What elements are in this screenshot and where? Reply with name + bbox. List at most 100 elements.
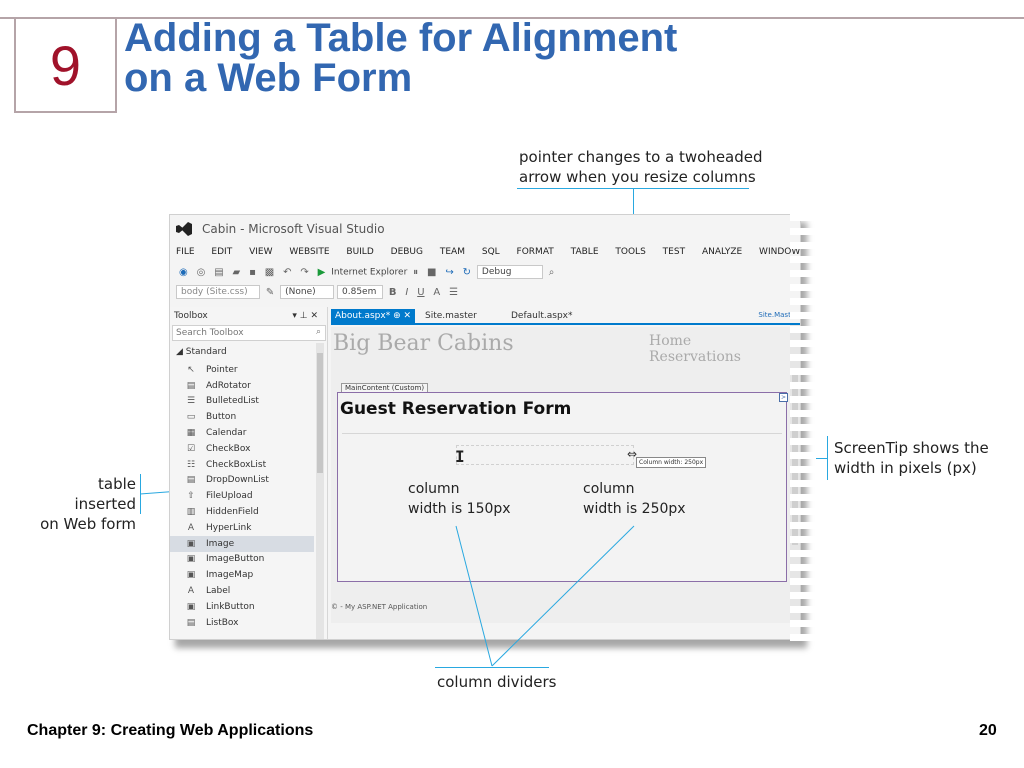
config-combo[interactable]: Debug — [476, 265, 543, 279]
nav-reservations[interactable]: Reservations — [649, 349, 741, 365]
torn-edge — [790, 214, 816, 644]
column-2-line1: column — [583, 481, 635, 497]
size-combo[interactable]: 0.85em — [337, 285, 384, 299]
toolbox-item[interactable]: ▦ Calendar — [170, 425, 314, 441]
bold-icon[interactable]: B — [389, 287, 397, 298]
menu-sql[interactable]: SQL — [482, 247, 500, 257]
browser-target[interactable]: Internet Explorer — [331, 268, 407, 278]
italic-icon[interactable]: I — [405, 287, 408, 298]
callout-screentip-line2: width in pixels (px) — [834, 459, 977, 477]
underline-icon[interactable]: U — [417, 287, 424, 298]
toolbox-item[interactable]: ☑ CheckBox — [170, 441, 314, 457]
menu-test[interactable]: TEST — [663, 247, 685, 257]
menu-website[interactable]: WEBSITE — [289, 247, 329, 257]
toolbox-item[interactable]: ▤ ListBox — [170, 615, 314, 631]
tab-default[interactable]: Default.aspx* — [507, 309, 577, 325]
menu-analyze[interactable]: ANALYZE — [702, 247, 742, 257]
toolbox-item-icon: ☷ — [186, 459, 196, 470]
menu-debug[interactable]: DEBUG — [391, 247, 423, 257]
restart-icon[interactable]: ↻ — [463, 267, 471, 278]
close-icon[interactable]: ▾ ⊥ ✕ — [292, 311, 318, 321]
title-line-1: Adding a Table for Alignment — [124, 16, 678, 60]
style-icon[interactable]: ✎ — [266, 287, 274, 298]
toolbox-item-label: AdRotator — [206, 380, 251, 391]
nav-home[interactable]: Home — [649, 333, 691, 349]
menu-view[interactable]: VIEW — [249, 247, 272, 257]
callout-table-line1: table inserted — [74, 475, 136, 513]
toolbox-item[interactable]: A HyperLink — [170, 520, 314, 536]
font-combo[interactable]: (None) — [280, 285, 335, 299]
toolbox-item-label: DropDownList — [206, 475, 269, 486]
header-divider — [115, 17, 117, 113]
find-icon[interactable]: ⌕ — [549, 267, 555, 278]
toolbox-item-icon: A — [187, 586, 195, 597]
toolbox-item-label: Image — [206, 538, 235, 549]
toolbox-item[interactable]: ▣ LinkButton — [170, 599, 314, 615]
toolbox-item-icon: ⇧ — [187, 491, 195, 502]
site-brand: Big Bear Cabins — [333, 331, 514, 356]
menu-team[interactable]: TEAM — [440, 247, 465, 257]
forward-icon[interactable]: ◎ — [197, 267, 206, 278]
toolbox-section[interactable]: ◢ Standard — [176, 347, 227, 357]
toolbox-item[interactable]: ▣ ImageMap — [170, 567, 314, 583]
undo-icon[interactable]: ↶ — [283, 267, 291, 278]
start-icon[interactable]: ▶ — [318, 267, 326, 278]
page-number: 20 — [979, 722, 997, 739]
tab-about[interactable]: About.aspx* ⊕ ✕ — [331, 309, 416, 325]
chapter-number: 9 — [49, 33, 82, 97]
new-project-icon[interactable]: ▤ — [214, 267, 223, 278]
toolbox-item[interactable]: ⇧ FileUpload — [170, 488, 314, 504]
toolbox-item[interactable]: ▤ AdRotator — [170, 378, 314, 394]
menu-tools[interactable]: TOOLS — [615, 247, 645, 257]
toolbox-item-label: Label — [206, 586, 231, 597]
align-icon[interactable]: ☰ — [449, 287, 458, 298]
column-1-line2: width is 150px — [408, 501, 511, 517]
toolbox-item[interactable]: ☷ CheckBoxList — [170, 457, 314, 473]
save-all-icon[interactable]: ▩ — [265, 267, 274, 278]
callout-pointer: pointer changes to a twoheaded arrow whe… — [519, 147, 763, 187]
stop-icon[interactable]: ■ — [427, 267, 436, 278]
toolbox-item[interactable]: ▭ Button — [170, 409, 314, 425]
save-icon[interactable]: ▪ — [249, 267, 256, 278]
toolbox-item[interactable]: ▤ DropDownList — [170, 473, 314, 489]
table-top-border — [342, 433, 782, 434]
menu-file[interactable]: FILE — [176, 247, 195, 257]
toolbox-search[interactable]: Search Toolbox ⌕ — [172, 325, 326, 341]
column-1-line1: column — [408, 481, 460, 497]
table-row[interactable] — [456, 445, 634, 465]
open-icon[interactable]: ▰ — [233, 267, 241, 278]
toolbox-item[interactable]: A Label — [170, 583, 314, 599]
toolbox-item-label: BulletedList — [206, 396, 259, 407]
toolbox-item-label: CheckBox — [206, 443, 251, 454]
style-target-combo[interactable]: body (Site.css) — [176, 285, 260, 299]
callout-table: table inserted on Web form — [36, 474, 136, 534]
toolbox-item[interactable]: ☰ BulletedList — [170, 394, 314, 410]
toolbox-header: Toolbox ▾ ⊥ ✕ — [174, 311, 324, 321]
back-icon[interactable]: ◉ — [179, 267, 188, 278]
toolbox-item-label: Pointer — [206, 364, 238, 375]
toolbox-item-label: FileUpload — [206, 491, 253, 502]
toolbox-item[interactable]: ▣ ImageButton — [170, 552, 314, 568]
toolbox-item[interactable]: ▥ HiddenField — [170, 504, 314, 520]
pause-icon[interactable]: ⏸ — [413, 267, 418, 278]
redo-icon[interactable]: ↷ — [300, 267, 308, 278]
menu-table[interactable]: TABLE — [571, 247, 599, 257]
toolbox-item-icon: ▣ — [186, 554, 196, 565]
toolbox-item-icon: ▭ — [186, 412, 196, 423]
font-color-icon[interactable]: A — [433, 287, 440, 298]
toolbox-scroll-thumb[interactable] — [317, 353, 323, 473]
site-nav: Home Reservations — [649, 333, 791, 365]
toolbox-scrollbar[interactable] — [316, 343, 324, 639]
menu-edit[interactable]: EDIT — [211, 247, 232, 257]
menu-build[interactable]: BUILD — [346, 247, 373, 257]
toolbox-item[interactable]: ▣ Image — [170, 535, 314, 552]
step-icon[interactable]: ↪ — [445, 267, 453, 278]
pin-icon[interactable]: ⊕ — [393, 311, 401, 321]
toolbox-item[interactable]: ↖ Pointer — [170, 362, 314, 378]
smart-tag-icon[interactable]: > — [779, 393, 788, 402]
tab-close-icon[interactable]: ✕ — [404, 311, 412, 321]
menu-format[interactable]: FORMAT — [517, 247, 554, 257]
document-tabs: About.aspx* ⊕ ✕ Site.master Default.aspx… — [331, 309, 800, 325]
toolbox-item-label: ListBox — [206, 617, 239, 628]
tab-site-master[interactable]: Site.master — [421, 309, 481, 325]
